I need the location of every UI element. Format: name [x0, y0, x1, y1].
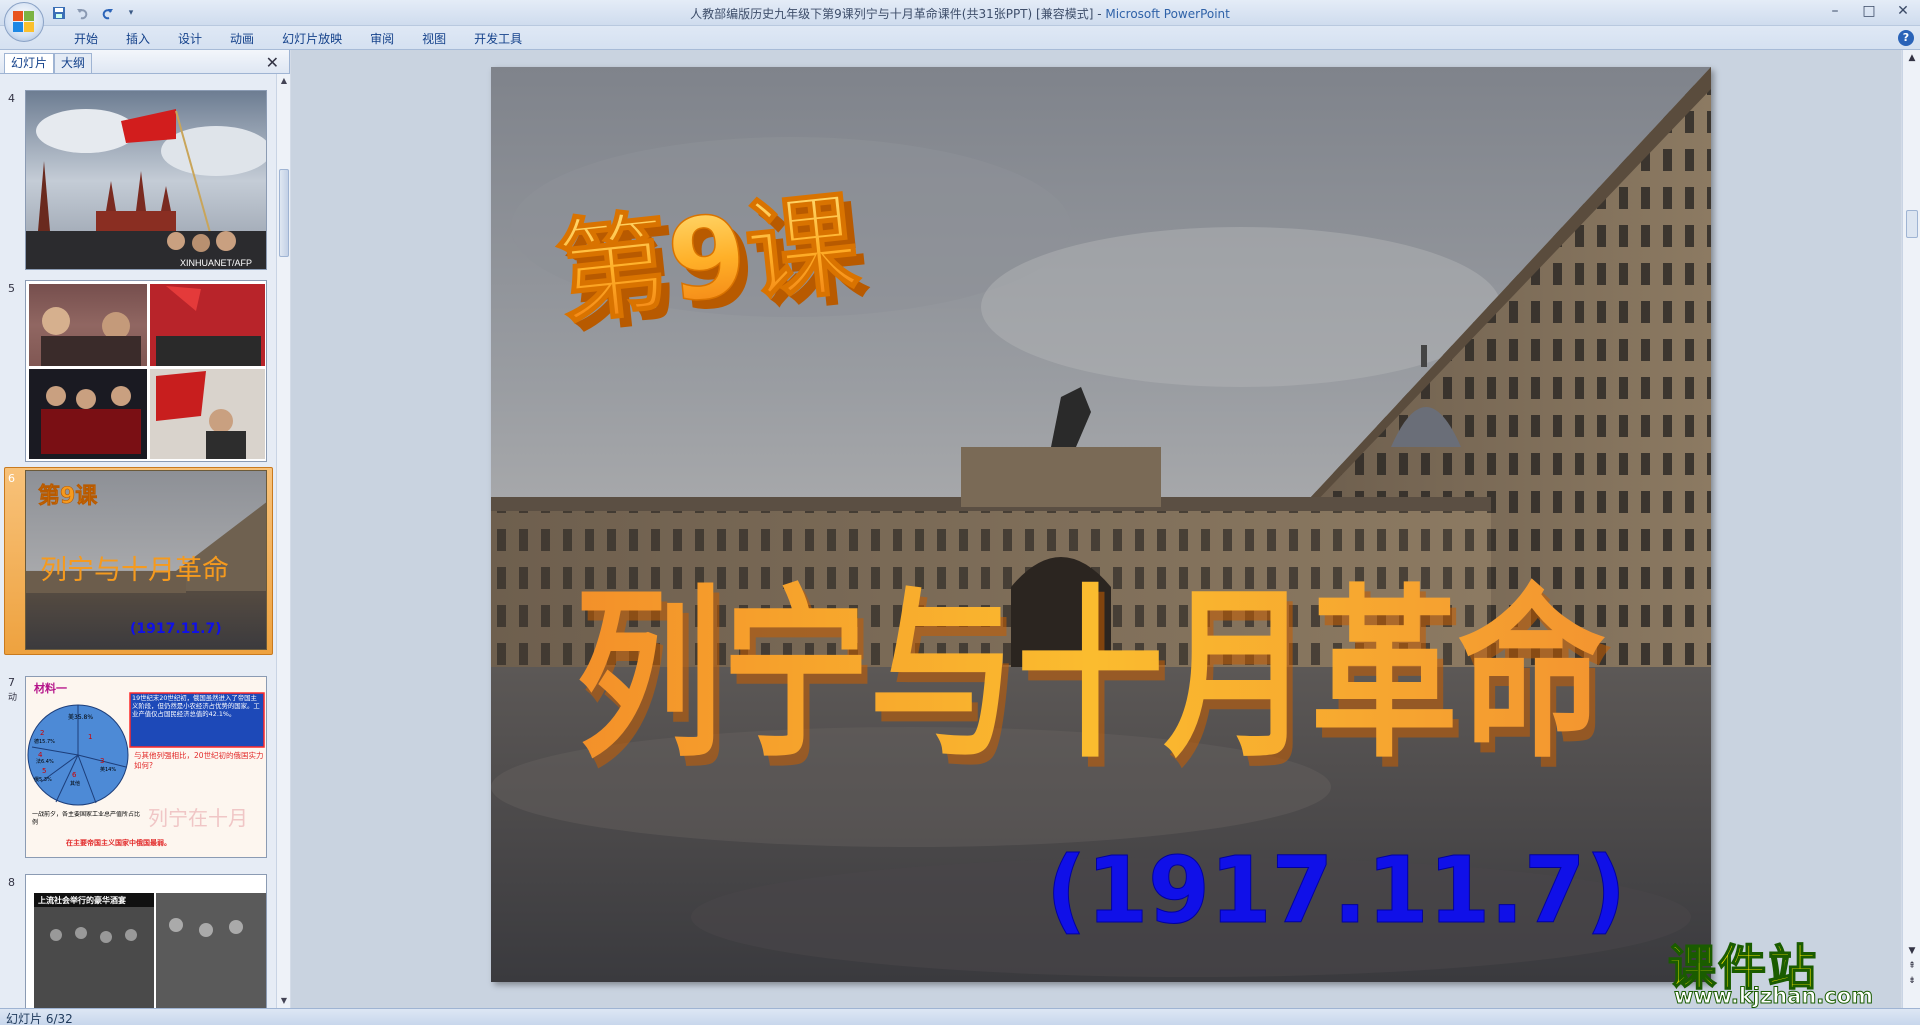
office-logo-icon: [13, 11, 35, 33]
office-button[interactable]: [4, 2, 44, 42]
slide-7-thumbnail[interactable]: 材料一 美35.8% 1 2 3 4 5 6 德15.7% 英14% 法6.4%…: [25, 676, 267, 858]
thumbnail-caption: XINHUANET/AFP: [180, 258, 252, 268]
editor-scrollbar[interactable]: ▲ ▼ ⇞ ⇟: [1902, 50, 1920, 1008]
main-title: 列宁与十月革命: [575, 569, 1605, 783]
scroll-thumb[interactable]: [279, 169, 289, 257]
tab-developer[interactable]: 开发工具: [460, 30, 536, 48]
material-text: 19世纪末20世纪初，俄国虽然进入了帝国主义阶段，但仍然是小农经济占优势的国家。…: [132, 694, 260, 719]
slide-6-preview: 第9课 列宁与十月革命 (1917.11.7): [26, 471, 266, 649]
chart-legend: 一战前夕，各主要国家工业总产值所占比例: [32, 811, 141, 826]
thumbnail-number: 6: [8, 472, 15, 485]
window-title: 人教部编版历史九年级下第9课列宁与十月革命课件(共31张PPT) [兼容模式] …: [0, 5, 1920, 22]
scroll-thumb[interactable]: [1906, 210, 1918, 238]
title-bar: ▾ 人教部编版历史九年级下第9课列宁与十月革命课件(共31张PPT) [兼容模式…: [0, 0, 1920, 42]
thumbnail-number: 7: [8, 676, 15, 689]
window-controls: – □ ✕: [1818, 0, 1920, 22]
ribbon-tabs: 开始 插入 设计 动画 幻灯片放映 审阅 视图 开发工具: [60, 30, 536, 48]
tab-slides[interactable]: 幻灯片: [4, 53, 55, 73]
overlay-title: 列宁在十月: [148, 806, 248, 830]
slide-4-thumbnail[interactable]: XINHUANET/AFP: [25, 90, 267, 270]
thumbnail-number: 4: [8, 92, 15, 105]
slide-counter: 幻灯片 6/32: [6, 1012, 73, 1025]
animation-indicator-icon: 动: [8, 693, 18, 703]
slides-pane: 幻灯片 大纲 ✕ 4 XINHUANET/AFP 5 6 第9课 列宁与十月革命…: [0, 50, 290, 1008]
pie-label: 4: [38, 751, 43, 759]
slide-5-thumbnail[interactable]: [25, 280, 267, 462]
main-title-group: 列宁与十月革命 列宁与十月革命: [575, 569, 1611, 793]
tab-review[interactable]: 审阅: [356, 30, 408, 48]
slide-6-thumbnail[interactable]: 第9课 列宁与十月革命 (1917.11.7): [25, 470, 267, 650]
slide-8-thumbnail[interactable]: 上流社会举行的豪华酒宴: [25, 874, 267, 1008]
title-separator: -: [1093, 7, 1106, 21]
tab-home[interactable]: 开始: [60, 30, 112, 48]
maximize-button[interactable]: □: [1852, 0, 1886, 22]
thumbnail-banner: 上流社会举行的豪华酒宴: [38, 895, 126, 905]
pie-label: 美35.8%: [68, 713, 93, 721]
pane-close-icon[interactable]: ✕: [266, 53, 279, 72]
pie-label: 1: [88, 733, 92, 741]
thumbnail-main-title: 列宁与十月革命: [40, 555, 229, 586]
slide-date: (1917.11.7): [1046, 837, 1626, 944]
pie-label: 俄5.3%: [34, 776, 52, 783]
watermark-logo: 课件站 www.kjzhan.com: [1667, 928, 1908, 1009]
slide-editor: 第9课 第9课 列宁与十月革命 列宁与十月革命 (1917.11.7): [291, 50, 1901, 1008]
pie-label: 5: [42, 767, 46, 775]
current-slide[interactable]: 第9课 第9课 列宁与十月革命 列宁与十月革命 (1917.11.7): [491, 67, 1711, 982]
status-bar: 幻灯片 6/32: [0, 1008, 1920, 1025]
help-icon[interactable]: ?: [1898, 30, 1914, 46]
pie-label: 法6.4%: [36, 758, 54, 765]
slide-5-collage: [26, 281, 266, 461]
watermark-url: www.kjzhan.com: [1673, 984, 1874, 1009]
thumbnail-heading: 材料一: [34, 681, 67, 695]
thumbnail-list: 4 XINHUANET/AFP 5 6 第9课 列宁与十月革命 (1917.11…: [0, 74, 275, 1008]
ribbon: 开始 插入 设计 动画 幻灯片放映 审阅 视图 开发工具 ?: [0, 26, 1920, 50]
question-text: 与其他列强相比，20世纪初的俄国实力如何?: [134, 751, 264, 770]
tab-design[interactable]: 设计: [164, 30, 216, 48]
pie-label: 2: [40, 729, 44, 737]
pie-label: 3: [100, 757, 104, 765]
minimize-button[interactable]: –: [1818, 0, 1852, 22]
pie-label: 6: [72, 771, 77, 779]
slide-7-preview: 材料一 美35.8% 1 2 3 4 5 6 德15.7% 英14% 法6.4%…: [26, 677, 266, 857]
pie-label: 德15.7%: [34, 738, 55, 745]
thumbnail-title: 第9课: [38, 483, 98, 509]
slide-canvas: 第9课 第9课 列宁与十月革命 列宁与十月革命 (1917.11.7): [491, 67, 1711, 982]
tab-view[interactable]: 视图: [408, 30, 460, 48]
document-title: 人教部编版历史九年级下第9课列宁与十月革命课件(共31张PPT) [兼容模式]: [690, 7, 1094, 21]
tab-animations[interactable]: 动画: [216, 30, 268, 48]
thumbnail-date: (1917.11.7): [130, 621, 222, 637]
thumbnail-number: 8: [8, 876, 15, 889]
tab-outline[interactable]: 大纲: [54, 53, 93, 73]
pane-tabs: 幻灯片 大纲 ✕: [0, 50, 289, 74]
thumbnail-scrollbar[interactable]: ▲ ▼: [276, 74, 290, 1008]
slide-4-image: XINHUANET/AFP: [26, 91, 266, 269]
scroll-down-icon[interactable]: ▼: [277, 994, 291, 1008]
app-title: Microsoft PowerPoint: [1105, 7, 1230, 21]
scroll-up-icon[interactable]: ▲: [1906, 52, 1918, 64]
tab-insert[interactable]: 插入: [112, 30, 164, 48]
close-button[interactable]: ✕: [1886, 0, 1920, 22]
thumbnail-number: 5: [8, 282, 15, 295]
tab-slideshow[interactable]: 幻灯片放映: [268, 30, 356, 48]
scroll-up-icon[interactable]: ▲: [277, 74, 291, 88]
pie-label: 其他: [70, 780, 80, 787]
pie-label: 英14%: [100, 766, 116, 773]
conclusion-text: 在主要帝国主义国家中俄国最弱。: [66, 838, 171, 847]
slide-8-preview: 上流社会举行的豪华酒宴: [26, 875, 266, 1008]
